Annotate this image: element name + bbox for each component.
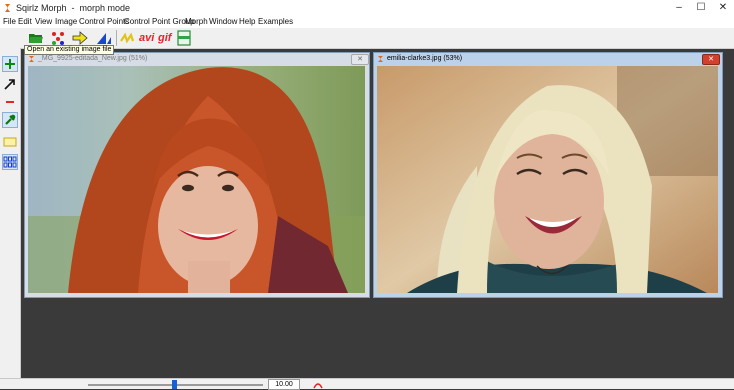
image-file-icon bbox=[378, 56, 383, 62]
forward-arrow-icon[interactable] bbox=[72, 30, 88, 46]
image-window-1[interactable]: _MG_9925-editada_New.jpg (51%) ✕ bbox=[24, 52, 370, 298]
close-button[interactable]: ✕ bbox=[716, 1, 730, 15]
image-window-2-title: emilia-clarke3.jpg (53%) bbox=[387, 55, 463, 62]
title-bar: Sqirlz Morph - morph mode – ☐ ✕ bbox=[0, 0, 734, 16]
panel-icon[interactable] bbox=[176, 30, 192, 46]
image-file-icon bbox=[29, 56, 34, 62]
left-toolbar bbox=[0, 48, 21, 388]
target-photo bbox=[377, 66, 718, 293]
image-window-2-close-button[interactable]: ✕ bbox=[702, 54, 720, 65]
add-point-icon[interactable] bbox=[2, 56, 18, 72]
rectangle-icon[interactable] bbox=[2, 134, 18, 150]
menu-view[interactable]: View bbox=[35, 16, 52, 27]
image-window-1-close-button[interactable]: ✕ bbox=[351, 54, 369, 65]
frame-value-field[interactable]: 10.00 bbox=[268, 379, 300, 390]
morph-sequence-icon[interactable] bbox=[120, 30, 136, 46]
triangle-mesh-icon[interactable] bbox=[96, 30, 112, 46]
menu-file[interactable]: File bbox=[3, 16, 16, 27]
image-window-1-title: _MG_9925-editada_New.jpg (51%) bbox=[38, 55, 148, 62]
source-image[interactable] bbox=[28, 66, 365, 293]
status-bar: 10.00 bbox=[0, 378, 734, 390]
gif-export-button[interactable]: gif bbox=[158, 30, 174, 46]
avi-export-button[interactable]: avi bbox=[139, 30, 156, 46]
control-points-icon[interactable] bbox=[50, 30, 66, 46]
app-icon bbox=[5, 4, 10, 12]
menu-image[interactable]: Image bbox=[55, 16, 77, 27]
menu-bar: File Edit View Image Control Points Cont… bbox=[0, 16, 734, 28]
menu-window[interactable]: Window bbox=[209, 16, 237, 27]
menu-examples[interactable]: Examples bbox=[258, 16, 293, 27]
minimize-button[interactable]: – bbox=[672, 1, 686, 15]
menu-morph[interactable]: Morph bbox=[185, 16, 208, 27]
grid-icon[interactable] bbox=[2, 154, 18, 170]
tooltip: Open an existing image file bbox=[24, 45, 115, 55]
remove-point-icon[interactable] bbox=[2, 94, 18, 110]
menu-help[interactable]: Help bbox=[239, 16, 255, 27]
menu-control-points[interactable]: Control Points bbox=[79, 16, 129, 27]
maximize-button[interactable]: ☐ bbox=[694, 1, 708, 15]
open-folder-icon[interactable] bbox=[28, 30, 44, 46]
menu-edit[interactable]: Edit bbox=[18, 16, 32, 27]
image-window-2-titlebar[interactable]: emilia-clarke3.jpg (53%) ✕ bbox=[374, 53, 722, 65]
arrow-icon[interactable] bbox=[2, 76, 18, 92]
toolbar-separator bbox=[116, 30, 117, 46]
image-window-2[interactable]: emilia-clarke3.jpg (53%) ✕ bbox=[373, 52, 723, 298]
source-photo bbox=[28, 66, 365, 293]
target-image[interactable] bbox=[377, 66, 718, 293]
app-title: Sqirlz Morph bbox=[16, 3, 67, 13]
mode-label: morph mode bbox=[79, 3, 131, 13]
pin-icon[interactable] bbox=[2, 112, 18, 128]
